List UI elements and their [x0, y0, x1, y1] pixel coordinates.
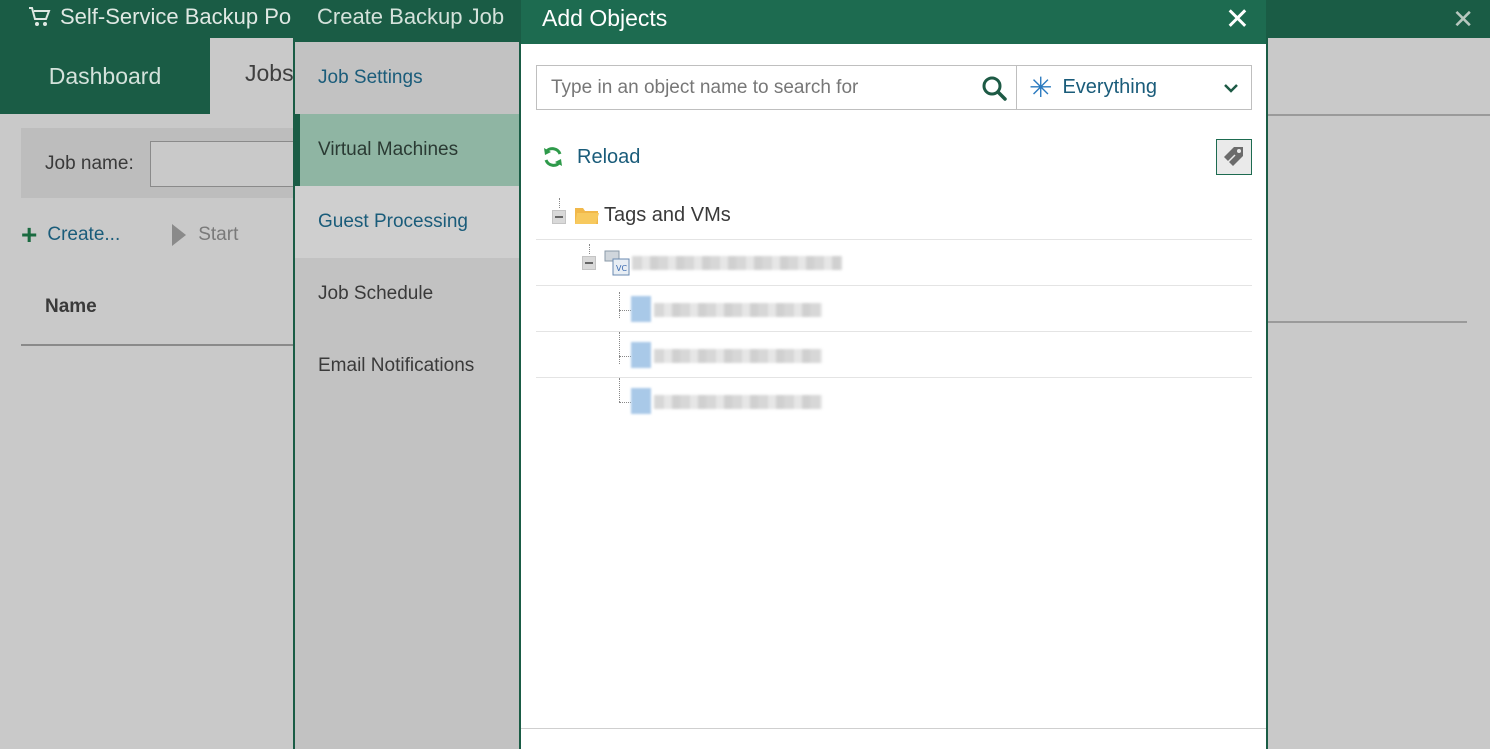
- plus-icon: +: [21, 219, 38, 250]
- vm-icon: [631, 388, 651, 414]
- tab-dashboard[interactable]: Dashboard: [0, 38, 210, 114]
- tree-node-vcenter[interactable]: VC: [536, 240, 1252, 286]
- object-tree: Tags and VMs VC: [536, 194, 1252, 424]
- vm-icon: [631, 342, 651, 368]
- search-icon: [982, 76, 1007, 101]
- tree-root-label: Tags and VMs: [604, 204, 731, 226]
- svg-text:VC: VC: [616, 264, 627, 273]
- tree-connector: [559, 198, 560, 208]
- reload-icon: [544, 147, 562, 167]
- scope-selected-label: Everything: [1062, 76, 1157, 98]
- wizard-step-job-settings[interactable]: Job Settings: [295, 42, 519, 114]
- wizard-step-virtual-machines[interactable]: Virtual Machines: [295, 114, 519, 186]
- dialog-title: Add Objects: [542, 5, 668, 31]
- tab-jobs[interactable]: Jobs: [245, 60, 294, 87]
- wizard-step-job-schedule[interactable]: Job Schedule: [295, 258, 519, 330]
- start-button-label: Start: [198, 224, 239, 245]
- reload-label: Reload: [577, 145, 641, 168]
- column-header-name[interactable]: Name: [21, 292, 296, 346]
- redacted-name: [654, 349, 822, 363]
- start-button[interactable]: Start: [172, 224, 238, 246]
- tree-node-root[interactable]: Tags and VMs: [536, 194, 1252, 240]
- search-button[interactable]: [971, 65, 1016, 110]
- job-name-label: Job name:: [45, 153, 134, 174]
- cart-icon: [29, 7, 51, 26]
- tag-view-button[interactable]: [1216, 139, 1252, 175]
- tree-connector: [589, 244, 590, 254]
- wizard-title: Create Backup Job: [295, 0, 519, 42]
- wizard-step-email-notifications[interactable]: Email Notifications: [295, 330, 519, 402]
- folder-icon: [575, 208, 599, 224]
- divider: [1267, 114, 1490, 116]
- vm-icon: [631, 296, 651, 322]
- job-filter-bar: Job name:: [21, 128, 310, 198]
- divider: [1267, 321, 1467, 323]
- tree-connector: [619, 332, 620, 364]
- tree-node-vm[interactable]: [536, 286, 1252, 332]
- close-icon[interactable]: ✕: [1225, 2, 1250, 37]
- job-name-input[interactable]: [150, 141, 310, 187]
- tag-icon: [1224, 147, 1243, 166]
- play-icon: [172, 224, 187, 246]
- tree-connector: [619, 356, 631, 357]
- portal-close-icon[interactable]: ✕: [1452, 4, 1474, 35]
- chevron-down-icon: [1224, 84, 1238, 93]
- create-button-label: Create...: [47, 224, 121, 245]
- reload-button[interactable]: Reload: [541, 145, 640, 169]
- collapse-icon[interactable]: [552, 210, 566, 224]
- create-backup-job-wizard: Create Backup Job Job Settings Virtual M…: [293, 0, 519, 749]
- redacted-name: [654, 395, 822, 409]
- tree-node-vm[interactable]: [536, 378, 1252, 424]
- jobs-toolbar: + Create... Start: [21, 220, 238, 250]
- tree-connector: [619, 310, 631, 311]
- dialog-header: Add Objects ✕: [521, 0, 1266, 44]
- search-row: ✳ Everything: [536, 65, 1252, 110]
- portal-title: Self-Service Backup Po: [28, 4, 291, 30]
- tree-node-vm[interactable]: [536, 332, 1252, 378]
- dialog-footer-divider: [521, 728, 1266, 729]
- search-input[interactable]: [536, 65, 971, 110]
- add-objects-dialog: Add Objects ✕ ✳ Everything Reload: [519, 0, 1268, 749]
- create-button[interactable]: + Create...: [21, 221, 120, 249]
- tree-connector: [619, 378, 620, 402]
- wizard-step-guest-processing[interactable]: Guest Processing: [295, 186, 519, 258]
- tree-connector: [619, 402, 631, 403]
- scope-select[interactable]: ✳ Everything: [1016, 65, 1252, 110]
- tree-connector: [619, 292, 620, 318]
- redacted-name: [632, 256, 842, 270]
- portal-title-text: Self-Service Backup Po: [60, 4, 292, 29]
- vcenter-icon: VC: [604, 250, 630, 276]
- asterisk-icon: ✳: [1029, 71, 1053, 103]
- redacted-name: [654, 303, 822, 317]
- collapse-icon[interactable]: [582, 256, 596, 270]
